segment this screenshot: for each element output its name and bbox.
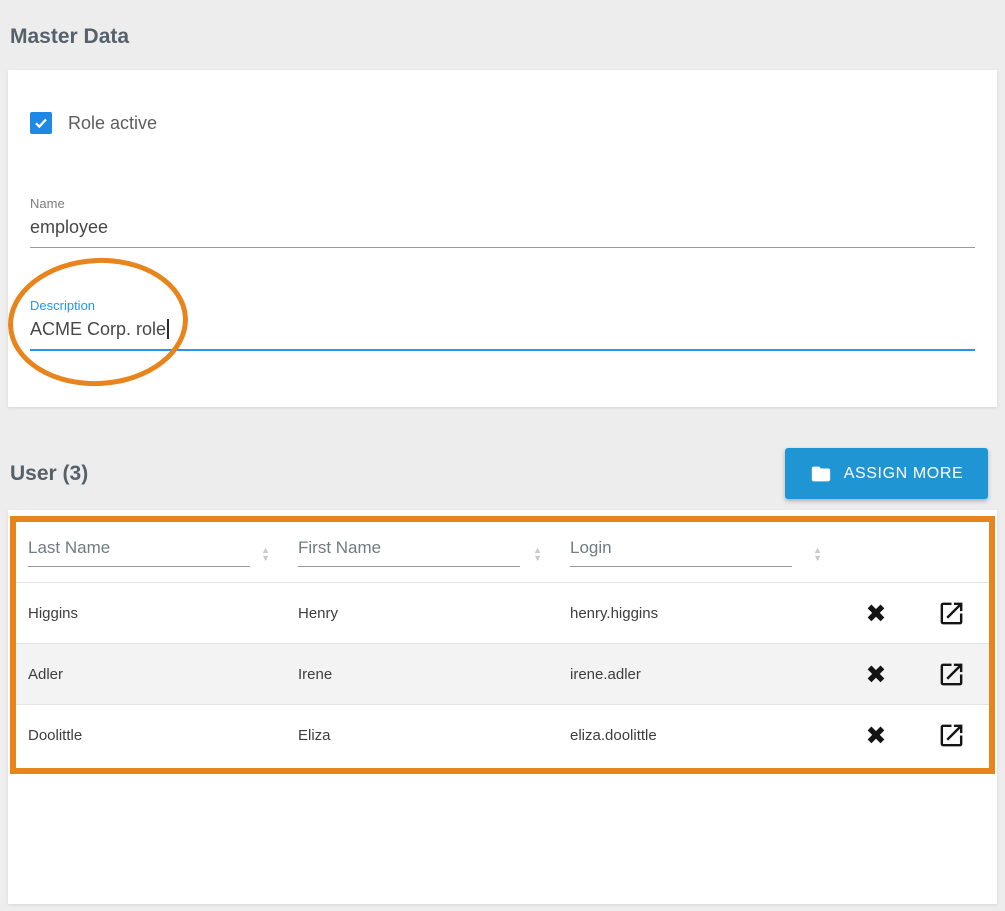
filter-underline <box>570 566 792 567</box>
sort-icon[interactable]: ▲ ▼ <box>813 546 822 562</box>
description-input-value: ACME Corp. role <box>30 319 166 339</box>
sort-icon[interactable]: ▲ ▼ <box>533 546 542 562</box>
filter-underline <box>298 566 520 567</box>
role-active-checkbox[interactable] <box>30 112 52 134</box>
table-row: Doolittle Eliza eliza.doolittle ✖ <box>16 704 989 765</box>
table-row: Adler Irene irene.adler ✖ <box>16 643 989 704</box>
assign-more-label: ASSIGN MORE <box>844 465 964 483</box>
column-label: Last Name <box>28 538 286 558</box>
open-user-button[interactable] <box>937 660 966 689</box>
description-input-underline <box>30 349 975 351</box>
filter-underline <box>28 566 250 567</box>
remove-user-button[interactable]: ✖ <box>866 662 887 687</box>
cell-first-name: Irene <box>286 666 558 683</box>
open-in-new-icon <box>937 721 966 750</box>
name-field-label: Name <box>30 196 65 211</box>
role-active-label: Role active <box>68 113 157 134</box>
folder-icon <box>810 463 832 485</box>
column-label: First Name <box>298 538 558 558</box>
open-user-button[interactable] <box>937 599 966 628</box>
cell-first-name: Henry <box>286 605 558 622</box>
user-section-title: User (3) <box>10 462 88 486</box>
open-in-new-icon <box>937 599 966 628</box>
name-input[interactable]: employee <box>30 217 108 238</box>
column-header-first-name[interactable]: First Name ▲ ▼ <box>286 538 558 567</box>
sort-down-icon: ▼ <box>813 554 822 562</box>
cell-first-name: Eliza <box>286 727 558 744</box>
text-cursor <box>167 319 169 339</box>
cell-last-name: Adler <box>16 666 286 683</box>
role-active-row[interactable]: Role active <box>30 112 157 134</box>
remove-icon: ✖ <box>866 599 887 628</box>
name-input-value: employee <box>30 217 108 237</box>
cell-last-name: Doolittle <box>16 727 286 744</box>
assign-more-button[interactable]: ASSIGN MORE <box>785 448 988 499</box>
remove-icon: ✖ <box>866 660 887 689</box>
description-field-label: Description <box>30 298 95 313</box>
master-data-title: Master Data <box>10 25 129 49</box>
column-header-last-name[interactable]: Last Name ▲ ▼ <box>16 538 286 567</box>
description-input[interactable]: ACME Corp. role <box>30 319 169 340</box>
sort-down-icon: ▼ <box>533 554 542 562</box>
column-header-login[interactable]: Login ▲ ▼ <box>558 538 838 567</box>
sort-icon[interactable]: ▲ ▼ <box>261 546 270 562</box>
check-icon <box>33 115 49 131</box>
remove-icon: ✖ <box>866 721 887 750</box>
cell-login: eliza.doolittle <box>558 727 838 744</box>
master-data-card: Role active Name employee Description AC… <box>8 70 997 407</box>
cell-last-name: Higgins <box>16 605 286 622</box>
sort-down-icon: ▼ <box>261 554 270 562</box>
user-table: Last Name ▲ ▼ First Name ▲ ▼ Login ▲ ▼ <box>16 522 989 765</box>
cell-login: henry.higgins <box>558 605 838 622</box>
table-header-row: Last Name ▲ ▼ First Name ▲ ▼ Login ▲ ▼ <box>16 522 989 582</box>
name-input-underline <box>30 247 975 248</box>
open-user-button[interactable] <box>937 721 966 750</box>
column-label: Login <box>570 538 838 558</box>
remove-user-button[interactable]: ✖ <box>866 601 887 626</box>
table-row: Higgins Henry henry.higgins ✖ <box>16 582 989 643</box>
cell-login: irene.adler <box>558 666 838 683</box>
open-in-new-icon <box>937 660 966 689</box>
remove-user-button[interactable]: ✖ <box>866 723 887 748</box>
